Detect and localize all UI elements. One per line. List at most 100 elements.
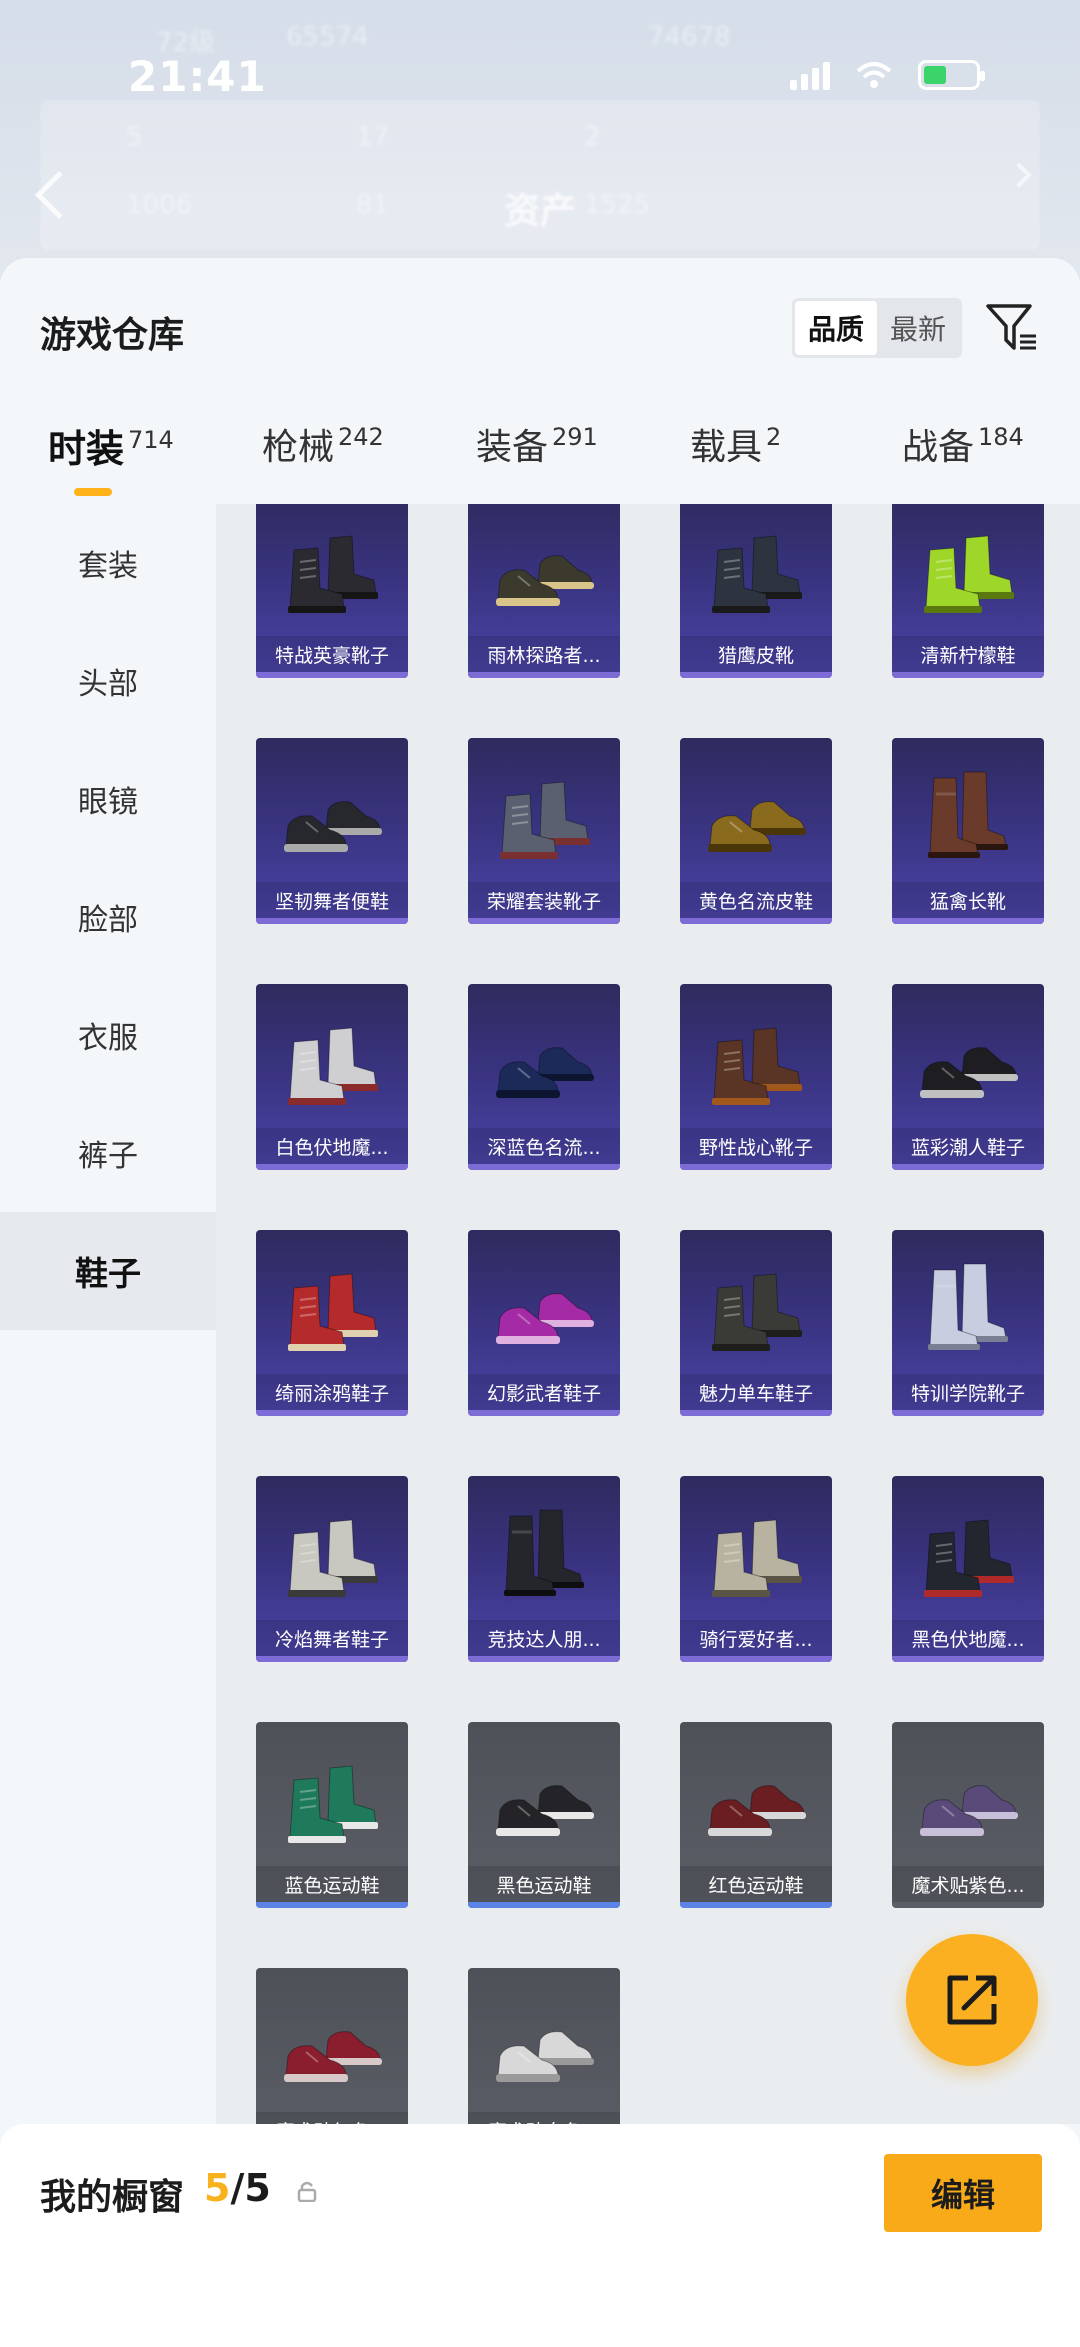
sort-quality-option[interactable]: 品质: [795, 301, 877, 355]
tab-fashion-label: 时装: [48, 427, 125, 471]
item-name: 特战英豪靴子: [256, 636, 408, 672]
item-name: 绮丽涂鸦鞋子: [256, 1374, 408, 1410]
shoe-icon: [708, 801, 806, 852]
lock-icon: [297, 2181, 317, 2202]
filter-icon[interactable]: [984, 300, 1040, 356]
item-card[interactable]: 猛禽长靴: [892, 738, 1044, 924]
tab-equipment[interactable]: 装备 291: [476, 418, 598, 518]
tab-equipment-count: 291: [552, 423, 598, 451]
item-name: 猛禽长靴: [892, 882, 1044, 918]
shoe-icon: [928, 771, 1008, 858]
item-name: 雨林探路者...: [468, 636, 620, 672]
sidebar-item-glasses[interactable]: 眼镜: [0, 740, 216, 858]
shoe-icon: [288, 535, 378, 613]
item-name: 红色运动鞋: [680, 1866, 832, 1902]
tab-weapons[interactable]: 枪械 242: [262, 418, 384, 518]
sidebar-item-clothes[interactable]: 衣服: [0, 976, 216, 1094]
tab-fashion-count: 714: [128, 426, 174, 454]
shoe-icon: [496, 1047, 594, 1098]
shoe-icon: [712, 535, 802, 613]
item-card[interactable]: 特战英豪靴子: [256, 504, 408, 678]
item-card[interactable]: 幻影武者鞋子: [468, 1230, 620, 1416]
item-card[interactable]: 魔术贴白色...: [468, 1968, 620, 2124]
item-card[interactable]: 荣耀套装靴子: [468, 738, 620, 924]
item-name: 特训学院靴子: [892, 1374, 1044, 1410]
item-name: 幻影武者鞋子: [468, 1374, 620, 1410]
shoe-icon: [500, 781, 590, 859]
shoe-icon: [288, 1765, 378, 1843]
shoe-icon: [496, 1293, 594, 1344]
item-name: 清新柠檬鞋: [892, 636, 1044, 672]
share-button[interactable]: [906, 1934, 1038, 2066]
item-card[interactable]: 雨林探路者...: [468, 504, 620, 678]
shoe-icon: [920, 1047, 1018, 1098]
item-name: 魔术贴紫色...: [892, 1866, 1044, 1902]
tab-fashion[interactable]: 时装 714: [48, 418, 174, 518]
item-card[interactable]: 冷焰舞者鞋子: [256, 1476, 408, 1662]
item-name: 深蓝色名流...: [468, 1128, 620, 1164]
tab-equipment-label: 装备: [476, 427, 549, 468]
tab-vehicles[interactable]: 载具 2: [690, 418, 781, 518]
tab-vehicles-count: 2: [766, 423, 782, 451]
blurred-stat-3: 2: [584, 122, 601, 152]
shoe-icon: [924, 535, 1014, 613]
shoe-icon: [496, 555, 594, 606]
item-card[interactable]: 蓝彩潮人鞋子: [892, 984, 1044, 1170]
sidebar-item-shoes[interactable]: 鞋子: [0, 1212, 216, 1330]
shoe-icon: [924, 1519, 1014, 1597]
item-card[interactable]: 猎鹰皮靴: [680, 504, 832, 678]
item-card[interactable]: 魔术贴紫色...: [892, 1722, 1044, 1908]
item-card[interactable]: 骑行爱好者...: [680, 1476, 832, 1662]
shoe-icon: [712, 1519, 802, 1597]
shoe-icon: [712, 1273, 802, 1351]
sidebar-item-pants[interactable]: 裤子: [0, 1094, 216, 1212]
item-card[interactable]: 黑色伏地魔...: [892, 1476, 1044, 1662]
item-name: 蓝彩潮人鞋子: [892, 1128, 1044, 1164]
item-card[interactable]: 红色运动鞋: [680, 1722, 832, 1908]
showcase-bar: 我的橱窗 5/5 编辑: [0, 2124, 1080, 2347]
item-card[interactable]: 深蓝色名流...: [468, 984, 620, 1170]
item-card[interactable]: 野性战心靴子: [680, 984, 832, 1170]
item-card[interactable]: 特训学院靴子: [892, 1230, 1044, 1416]
sidebar-item-outfits[interactable]: 套装: [0, 504, 216, 622]
shoe-icon: [288, 1519, 378, 1597]
item-card[interactable]: 绮丽涂鸦鞋子: [256, 1230, 408, 1416]
blurred-stat-5: 81: [356, 190, 390, 220]
sidebar-item-head[interactable]: 头部: [0, 622, 216, 740]
showcase-total: 5: [244, 2166, 271, 2210]
item-card[interactable]: 清新柠檬鞋: [892, 504, 1044, 678]
item-name: 猎鹰皮靴: [680, 636, 832, 672]
item-name: 魅力单车鞋子: [680, 1374, 832, 1410]
item-card[interactable]: 黑色运动鞋: [468, 1722, 620, 1908]
share-icon: [947, 1975, 997, 2025]
showcase-label: 我的橱窗: [40, 2177, 185, 2218]
item-card[interactable]: 黄色名流皮鞋: [680, 738, 832, 924]
shoe-icon: [928, 1263, 1008, 1350]
sort-latest-option[interactable]: 最新: [877, 301, 959, 355]
shoe-icon: [284, 801, 382, 852]
item-name: 黑色运动鞋: [468, 1866, 620, 1902]
shoe-icon: [288, 1027, 378, 1105]
sort-toggle: 品质 最新: [792, 298, 962, 358]
tab-vehicles-label: 载具: [690, 427, 763, 468]
item-name: 黑色伏地魔...: [892, 1620, 1044, 1656]
item-card[interactable]: 蓝色运动鞋: [256, 1722, 408, 1908]
item-name: 魔术贴白色...: [468, 2112, 620, 2124]
edit-button[interactable]: 编辑: [884, 2154, 1042, 2232]
tab-supplies-label: 战备: [902, 427, 975, 468]
shoe-icon: [712, 1027, 802, 1105]
sidebar-item-face[interactable]: 脸部: [0, 858, 216, 976]
item-card[interactable]: 魔术贴红色...: [256, 1968, 408, 2124]
page-title: 游戏仓库: [40, 315, 185, 356]
battery-icon: [918, 60, 985, 90]
item-card[interactable]: 竞技达人朋...: [468, 1476, 620, 1662]
tab-supplies[interactable]: 战备 184: [902, 418, 1024, 518]
item-card[interactable]: 白色伏地魔...: [256, 984, 408, 1170]
shoe-icon: [496, 2031, 594, 2082]
item-card[interactable]: 坚韧舞者便鞋: [256, 738, 408, 924]
item-card[interactable]: 魅力单车鞋子: [680, 1230, 832, 1416]
showcase-separator: /: [230, 2166, 245, 2210]
blurred-stat-6: 1525: [584, 190, 651, 220]
blurred-stat-1: 5: [126, 122, 143, 152]
showcase-count: 5/5: [204, 2166, 271, 2210]
